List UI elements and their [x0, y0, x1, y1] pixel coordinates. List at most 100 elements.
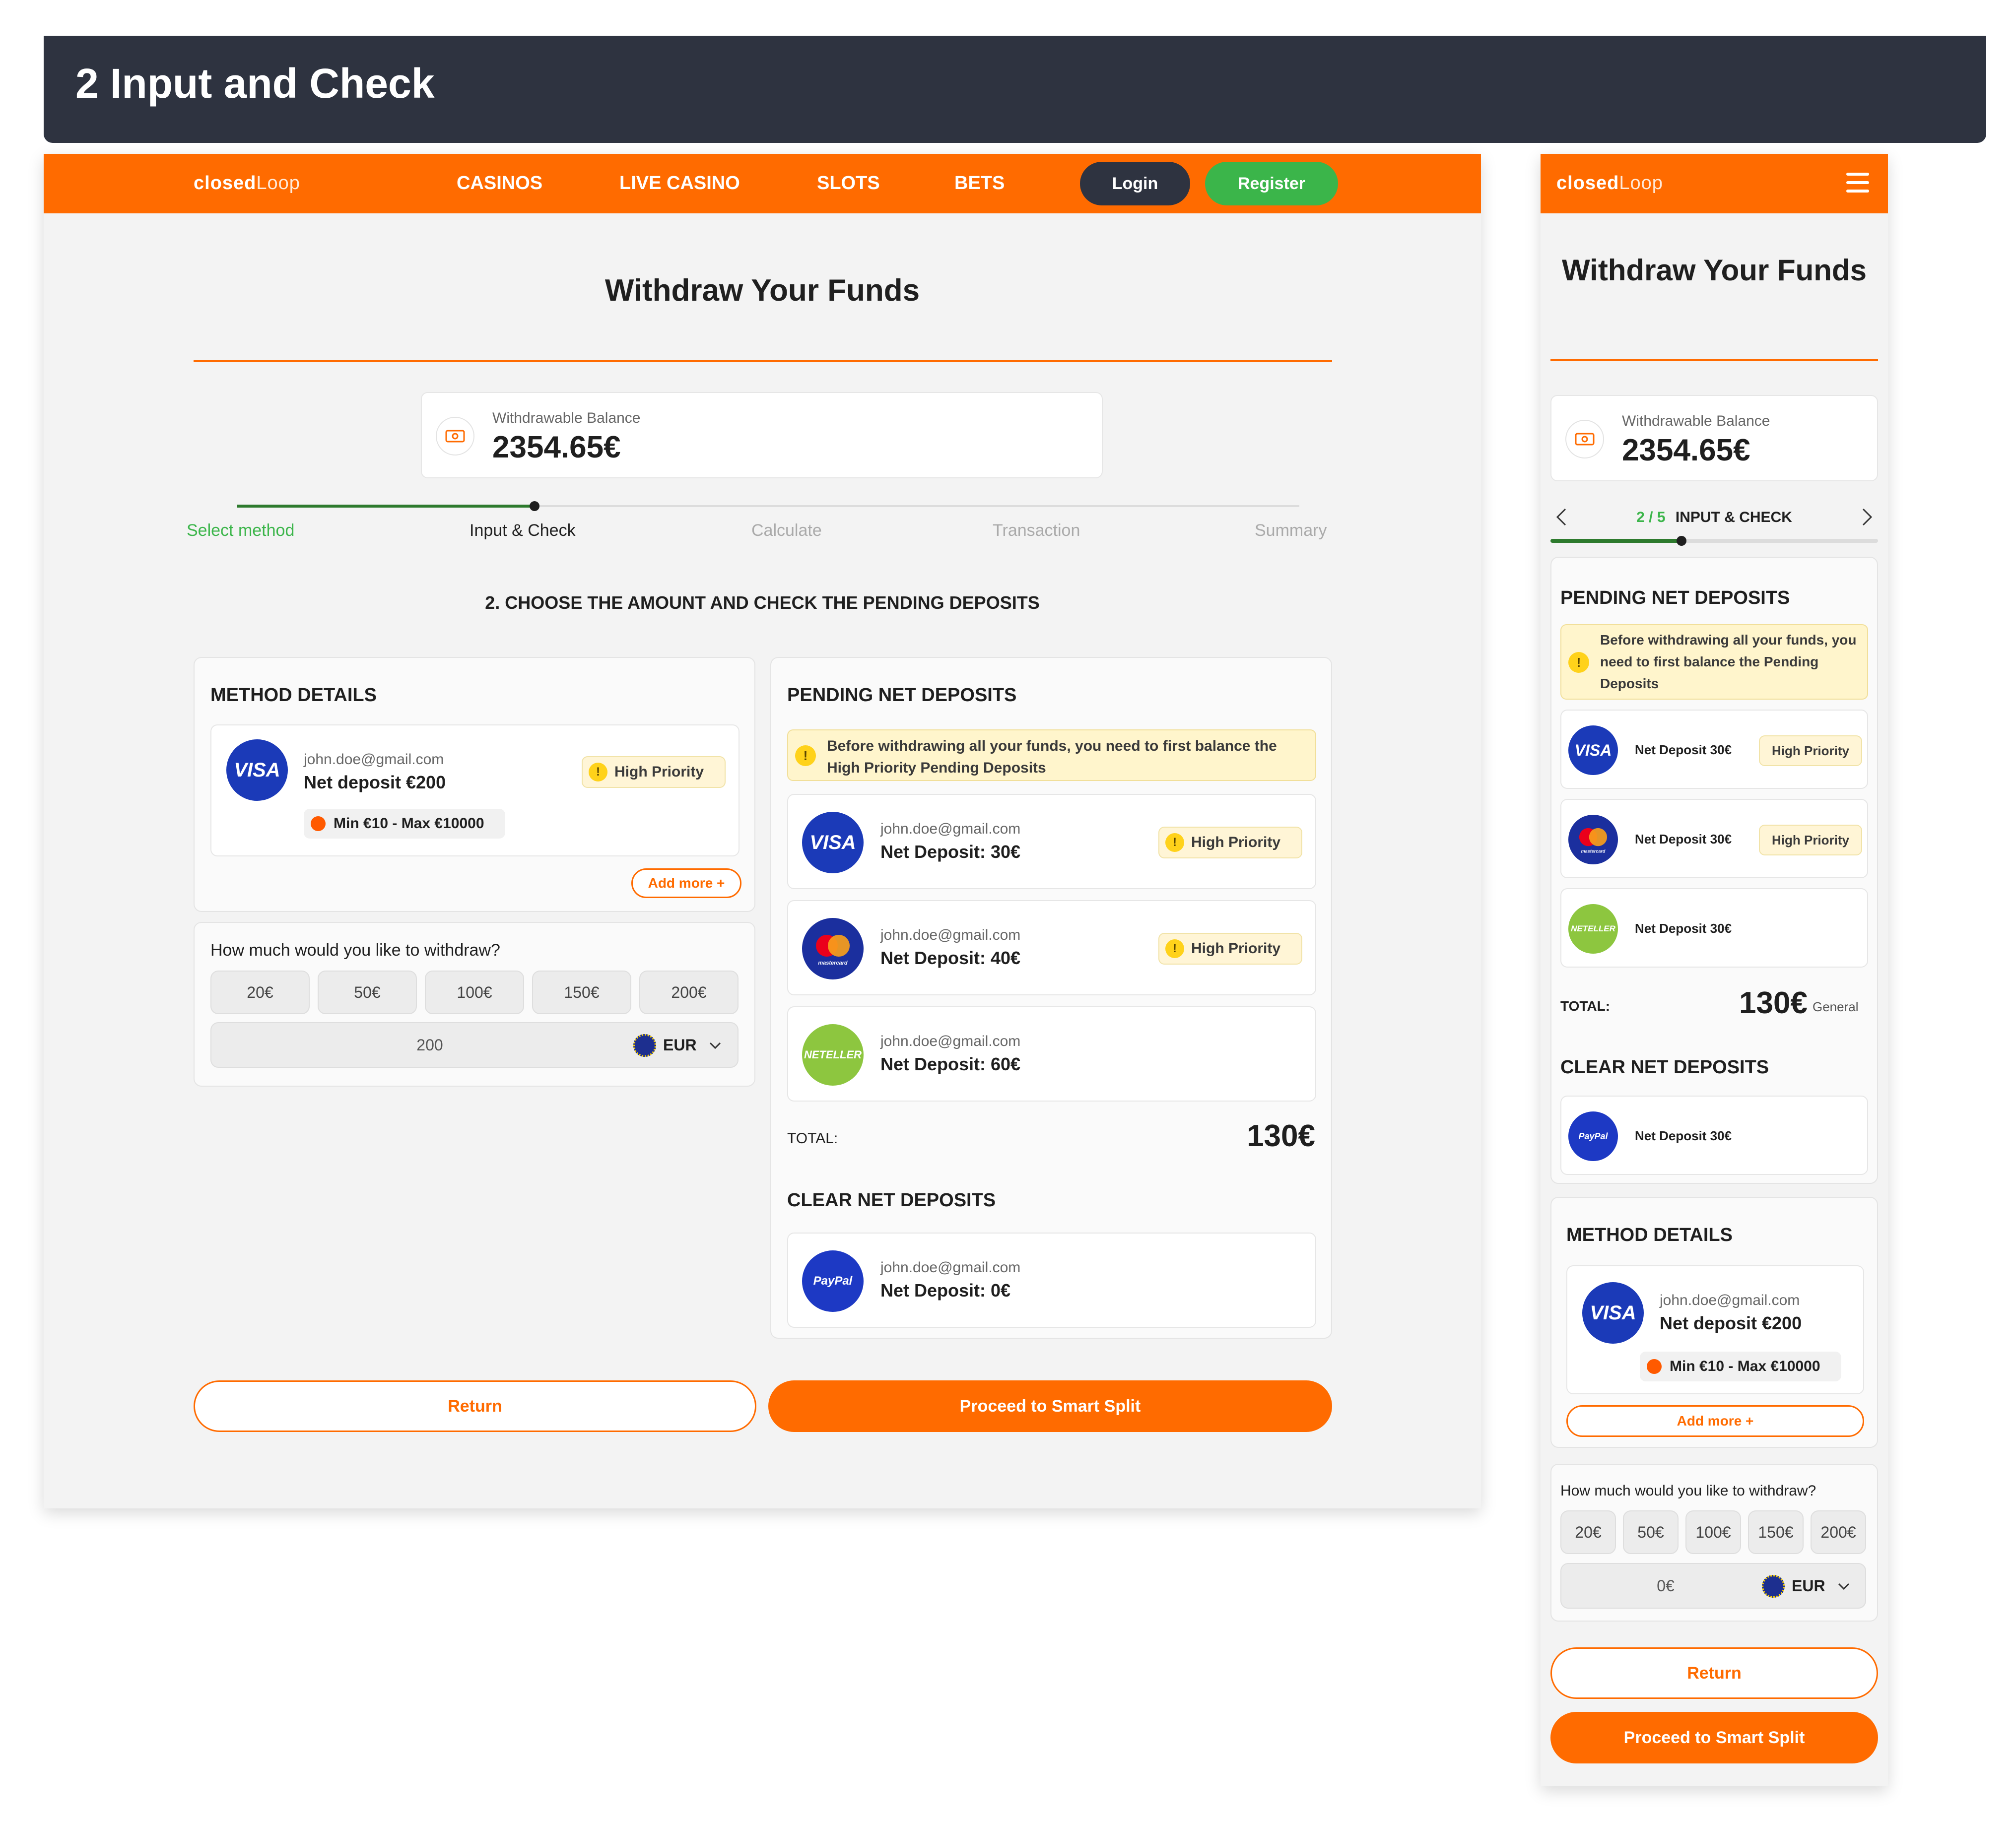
- section-title: 2 Input and Check: [75, 60, 435, 107]
- limits-label: Min €10 - Max €10000: [334, 815, 484, 832]
- step-current-label: INPUT & CHECK: [1675, 509, 1792, 525]
- currency-select[interactable]: EUR: [663, 1036, 697, 1054]
- clear-item-paypal[interactable]: PayPal john.doe@gmail.com Net Deposit: 0…: [787, 1233, 1316, 1328]
- step-calculate: Calculate: [751, 521, 822, 540]
- step-counter-sep: /: [1649, 509, 1653, 525]
- high-priority-badge: ! High Priority: [1158, 933, 1302, 965]
- pending-item-visa[interactable]: VISA Net Deposit 30€ High Priority: [1560, 710, 1868, 789]
- currency-select[interactable]: EUR: [1792, 1577, 1825, 1595]
- top-navbar: closedLoop CASINOS LIVE CASINO SLOTS BET…: [44, 154, 1481, 213]
- paypal-logo-icon: PayPal: [802, 1250, 864, 1312]
- warning-icon: !: [589, 763, 607, 781]
- svg-text:mastercard: mastercard: [1581, 848, 1606, 853]
- clear-item-amount: Net Deposit: 0€: [880, 1280, 1011, 1301]
- amount-chip-150[interactable]: 150€: [532, 971, 631, 1014]
- stepper-progress: [237, 505, 535, 508]
- warning-icon: !: [1165, 833, 1184, 852]
- amount-chip-20[interactable]: 20€: [1560, 1510, 1616, 1554]
- method-details-card: METHOD DETAILS VISA john.doe@gmail.com N…: [1550, 1197, 1878, 1448]
- brand-logo[interactable]: closedLoop: [1556, 173, 1663, 194]
- pending-item-mastercard[interactable]: mastercard john.doe@gmail.com Net Deposi…: [787, 900, 1316, 995]
- method-email: john.doe@gmail.com: [1660, 1292, 1800, 1308]
- mastercard-logo-icon: mastercard: [1568, 815, 1618, 864]
- stepper-current-dot: [530, 501, 539, 511]
- withdraw-question: How much would you like to withdraw?: [1560, 1483, 1816, 1499]
- withdraw-question: How much would you like to withdraw?: [210, 941, 500, 960]
- step-select-method[interactable]: Select method: [187, 521, 294, 540]
- pending-deposits-card: PENDING NET DEPOSITS ! Before withdrawin…: [770, 657, 1332, 1339]
- return-button[interactable]: Return: [194, 1380, 756, 1432]
- nav-casinos[interactable]: CASINOS: [457, 173, 542, 194]
- proceed-button[interactable]: Proceed to Smart Split: [1550, 1712, 1878, 1763]
- add-more-button[interactable]: Add more +: [1566, 1405, 1864, 1437]
- nav-slots[interactable]: SLOTS: [817, 173, 880, 194]
- chevron-down-icon[interactable]: [1837, 1582, 1850, 1591]
- badge-label: High Priority: [1191, 834, 1281, 850]
- high-priority-badge: High Priority: [1759, 735, 1862, 766]
- pending-heading: PENDING NET DEPOSITS: [787, 685, 1017, 706]
- pending-item-neteller[interactable]: NETELLER Net Deposit 30€: [1560, 888, 1868, 968]
- step-current-number: 2: [1636, 509, 1645, 525]
- mobile-stepper-progress: [1550, 539, 1681, 543]
- nav-live-casino[interactable]: LIVE CASINO: [619, 173, 740, 194]
- title-divider: [1550, 359, 1878, 361]
- method-email: john.doe@gmail.com: [304, 751, 444, 768]
- logo-word-loop: Loop: [1619, 173, 1663, 194]
- hamburger-menu-icon[interactable]: [1846, 173, 1869, 193]
- svg-text:mastercard: mastercard: [818, 960, 848, 966]
- mobile-step-indicator: 2 / 5 INPUT & CHECK: [1541, 509, 1888, 526]
- badge-label: High Priority: [1191, 940, 1281, 957]
- pending-item-amount: Net Deposit: 60€: [880, 1054, 1021, 1074]
- pending-item-neteller[interactable]: NETELLER john.doe@gmail.com Net Deposit:…: [787, 1006, 1316, 1102]
- return-button[interactable]: Return: [1550, 1647, 1878, 1699]
- eu-flag-icon: [633, 1034, 656, 1057]
- warning-icon: !: [1165, 939, 1184, 958]
- method-net-deposit: Net deposit €200: [1660, 1313, 1802, 1333]
- pending-item-amount: Net Deposit 30€: [1635, 832, 1732, 846]
- high-priority-badge: ! High Priority: [1158, 827, 1302, 858]
- total-label: TOTAL:: [1560, 998, 1611, 1014]
- step-input-check[interactable]: Input & Check: [470, 521, 576, 540]
- amount-chip-50[interactable]: 50€: [1623, 1510, 1679, 1554]
- login-button[interactable]: Login: [1080, 162, 1190, 205]
- balance-label: Withdrawable Balance: [492, 410, 641, 426]
- eu-flag-icon: [1762, 1575, 1785, 1598]
- amount-chip-100[interactable]: 100€: [425, 971, 524, 1014]
- pending-item-amount: Net Deposit 30€: [1635, 742, 1732, 757]
- pending-deposits-card: PENDING NET DEPOSITS ! Before withdrawin…: [1550, 557, 1878, 1184]
- page-title: Withdraw Your Funds: [605, 273, 920, 308]
- pending-item-visa[interactable]: VISA john.doe@gmail.com Net Deposit: 30€…: [787, 794, 1316, 889]
- amount-input[interactable]: 200 EUR: [210, 1022, 739, 1068]
- step-total-number: 5: [1657, 509, 1666, 525]
- balance-card: Withdrawable Balance 2354.65€: [421, 392, 1103, 478]
- nav-bets[interactable]: BETS: [954, 173, 1005, 194]
- amount-chip-150[interactable]: 150€: [1748, 1510, 1804, 1554]
- badge-label: High Priority: [614, 764, 704, 780]
- mobile-navbar: closedLoop: [1541, 154, 1888, 213]
- pending-item-mastercard[interactable]: mastercard Net Deposit 30€ High Priority: [1560, 799, 1868, 878]
- pending-item-email: john.doe@gmail.com: [880, 821, 1021, 837]
- amount-input[interactable]: 0€ EUR: [1560, 1563, 1866, 1609]
- warning-icon: !: [1568, 652, 1589, 673]
- step-transaction: Transaction: [993, 521, 1080, 540]
- method-item[interactable]: VISA john.doe@gmail.com Net deposit €200…: [210, 724, 739, 856]
- amount-chip-200[interactable]: 200€: [1811, 1510, 1866, 1554]
- proceed-button[interactable]: Proceed to Smart Split: [768, 1380, 1332, 1432]
- clear-item-paypal[interactable]: PayPal Net Deposit 30€: [1560, 1096, 1868, 1175]
- amount-chip-50[interactable]: 50€: [318, 971, 417, 1014]
- brand-logo[interactable]: closedLoop: [194, 173, 300, 194]
- pending-heading: PENDING NET DEPOSITS: [1560, 587, 1790, 608]
- total-value: 130€: [1247, 1119, 1315, 1153]
- chevron-right-icon[interactable]: [1861, 507, 1873, 527]
- amount-input-value: 0€: [1657, 1577, 1675, 1595]
- method-item[interactable]: VISA john.doe@gmail.com Net deposit €200…: [1566, 1265, 1864, 1394]
- amount-chip-100[interactable]: 100€: [1685, 1510, 1741, 1554]
- clear-item-amount: Net Deposit 30€: [1635, 1128, 1732, 1143]
- amount-chip-200[interactable]: 200€: [639, 971, 739, 1014]
- amount-chip-20[interactable]: 20€: [210, 971, 310, 1014]
- chevron-down-icon[interactable]: [709, 1041, 722, 1050]
- register-button[interactable]: Register: [1205, 162, 1338, 205]
- add-more-button[interactable]: Add more +: [631, 868, 741, 898]
- limits-tag: Min €10 - Max €10000: [304, 809, 505, 839]
- pending-item-amount: Net Deposit: 30€: [880, 842, 1021, 862]
